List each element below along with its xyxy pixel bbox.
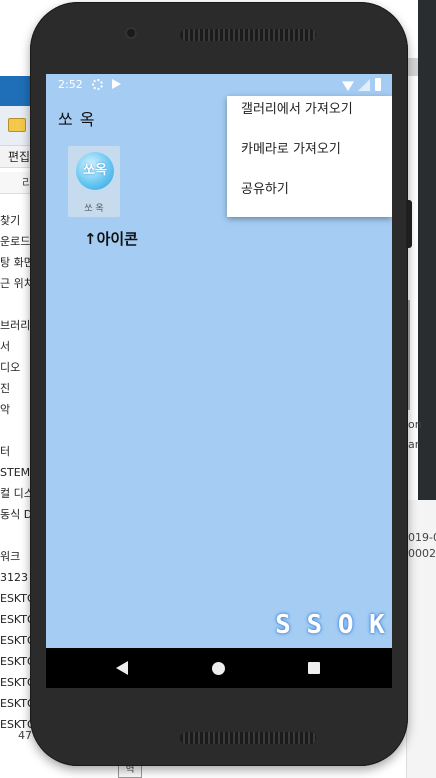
recent-apps-icon[interactable] [308, 662, 320, 674]
background-text: 0002 [408, 547, 436, 560]
logo-letter: K [369, 610, 385, 640]
overflow-popup-menu: 갤러리에서 가져오기 카메라로 가져오기 공유하기 [227, 96, 392, 217]
app-icon-label: 쏘 옥 [84, 204, 104, 214]
menu-item-import-camera[interactable]: 카메라로 가져오기 [227, 138, 392, 178]
app-launcher-icon[interactable]: 쏘옥 쏘 옥 [68, 146, 120, 217]
menu-item-import-gallery[interactable]: 갤러리에서 가져오기 [227, 98, 392, 138]
background-text: ar [408, 438, 420, 451]
bottom-speaker-grille [180, 732, 316, 744]
battery-icon [375, 78, 381, 91]
android-status-bar: 2:52 [46, 74, 392, 96]
logo-letter: S [306, 610, 323, 640]
ssok-logo: S S O K [272, 608, 388, 642]
status-time: 2:52 [58, 78, 83, 91]
background-window-dark [418, 0, 436, 520]
app-title: 쏘 옥 [58, 110, 96, 129]
android-nav-bar [46, 648, 392, 688]
background-text: on [408, 418, 422, 431]
front-camera-icon [127, 29, 135, 37]
icon-caption: ↑아이콘 [84, 230, 138, 248]
wifi-icon [342, 81, 354, 91]
explorer-item-count: 47 [18, 729, 32, 742]
play-store-icon [112, 79, 121, 89]
back-icon[interactable] [116, 661, 128, 675]
logo-letter: S [275, 610, 291, 640]
menu-item-share[interactable]: 공유하기 [227, 178, 392, 218]
settings-gear-icon [92, 79, 103, 90]
phone-screen: 2:52 쏘 옥 쏘옥 쏘 옥 ↑아이콘 갤러리에서 가져오기 카메라로 가져오… [46, 74, 392, 688]
signal-icon [358, 79, 370, 91]
logo-letter: O [337, 610, 354, 640]
home-icon[interactable] [212, 662, 225, 675]
top-speaker-grille [180, 29, 316, 41]
volume-button[interactable] [406, 200, 412, 248]
folder-icon[interactable] [8, 118, 26, 132]
ssok-app-icon: 쏘옥 [76, 152, 114, 190]
background-text: 019-0 [408, 531, 436, 544]
